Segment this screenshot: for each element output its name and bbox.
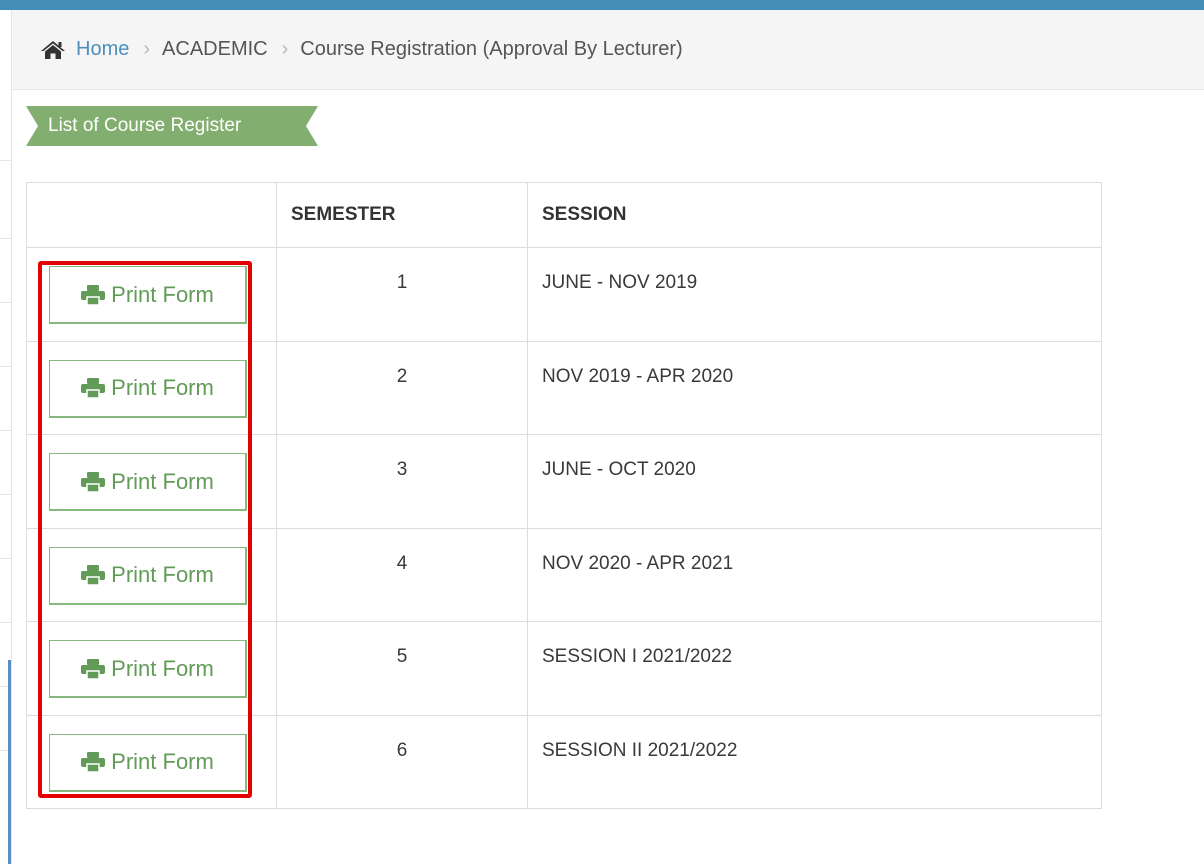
printer-icon <box>81 378 106 398</box>
printer-icon <box>81 658 106 679</box>
column-header-semester: SEMESTER <box>276 182 528 248</box>
semester-cell: 1 <box>276 247 528 342</box>
table-row: Print Form 2 NOV 2019 - APR 2020 <box>26 340 1102 435</box>
panel-title: List of Course Register <box>48 115 242 136</box>
sidebar-active-indicator <box>8 660 11 864</box>
action-cell: Print Form <box>26 621 277 716</box>
print-form-label: Print Form <box>111 655 214 681</box>
printer-icon <box>81 752 106 772</box>
course-register-table: SEMESTER SESSION Print Form 1 JUNE - NOV… <box>26 182 1102 809</box>
action-cell: Print Form <box>26 527 277 622</box>
print-form-button[interactable]: Print Form <box>49 546 247 605</box>
semester-cell: 2 <box>276 340 528 435</box>
column-header-session: SESSION <box>527 182 1102 248</box>
print-form-button[interactable]: Print Form <box>49 266 247 324</box>
table-row: Print Form 6 SESSION II 2021/2022 <box>26 714 1102 809</box>
table-header-row: SEMESTER SESSION <box>26 182 1102 248</box>
breadcrumb-current: Course Registration (Approval By Lecture… <box>300 38 683 60</box>
print-form-button[interactable]: Print Form <box>49 453 247 511</box>
session-cell: NOV 2019 - APR 2020 <box>527 340 1102 435</box>
printer-icon <box>81 284 106 305</box>
session-cell: NOV 2020 - APR 2021 <box>527 527 1102 622</box>
print-form-button[interactable]: Print Form <box>49 733 247 792</box>
session-cell: SESSION II 2021/2022 <box>527 714 1102 809</box>
print-form-label: Print Form <box>111 562 214 587</box>
breadcrumb-separator: › <box>281 38 289 60</box>
breadcrumb-separator: › <box>143 38 151 60</box>
top-bar <box>0 0 1204 10</box>
session-cell: SESSION I 2021/2022 <box>527 621 1102 716</box>
print-form-label: Print Form <box>111 468 214 494</box>
session-cell: JUNE - NOV 2019 <box>527 247 1102 342</box>
home-icon[interactable] <box>40 40 66 60</box>
print-form-button[interactable]: Print Form <box>49 359 247 418</box>
panel-title-ribbon: List of Course Register <box>26 106 318 146</box>
table-row: Print Form 3 JUNE - OCT 2020 <box>26 434 1102 529</box>
semester-cell: 6 <box>276 714 528 809</box>
session-cell: JUNE - OCT 2020 <box>527 434 1102 529</box>
breadcrumb: Home › ACADEMIC › Course Registration (A… <box>12 10 1204 90</box>
printer-icon <box>81 471 106 492</box>
semester-cell: 5 <box>276 621 528 716</box>
breadcrumb-home-link[interactable]: Home <box>76 38 129 61</box>
action-cell: Print Form <box>26 434 277 529</box>
breadcrumb-section: ACADEMIC <box>162 38 268 60</box>
print-form-label: Print Form <box>111 375 214 400</box>
semester-cell: 4 <box>276 527 528 622</box>
table-row: Print Form 4 NOV 2020 - APR 2021 <box>26 527 1102 622</box>
print-form-label: Print Form <box>111 281 214 307</box>
semester-cell: 3 <box>276 434 528 529</box>
table-row: Print Form 1 JUNE - NOV 2019 <box>26 247 1102 342</box>
action-cell: Print Form <box>26 247 277 342</box>
printer-icon <box>81 565 106 585</box>
print-form-button[interactable]: Print Form <box>49 640 247 698</box>
action-cell: Print Form <box>26 340 277 435</box>
print-form-label: Print Form <box>111 749 214 774</box>
action-cell: Print Form <box>26 714 277 809</box>
table-row: Print Form 5 SESSION I 2021/2022 <box>26 621 1102 716</box>
column-header-action <box>26 182 277 248</box>
